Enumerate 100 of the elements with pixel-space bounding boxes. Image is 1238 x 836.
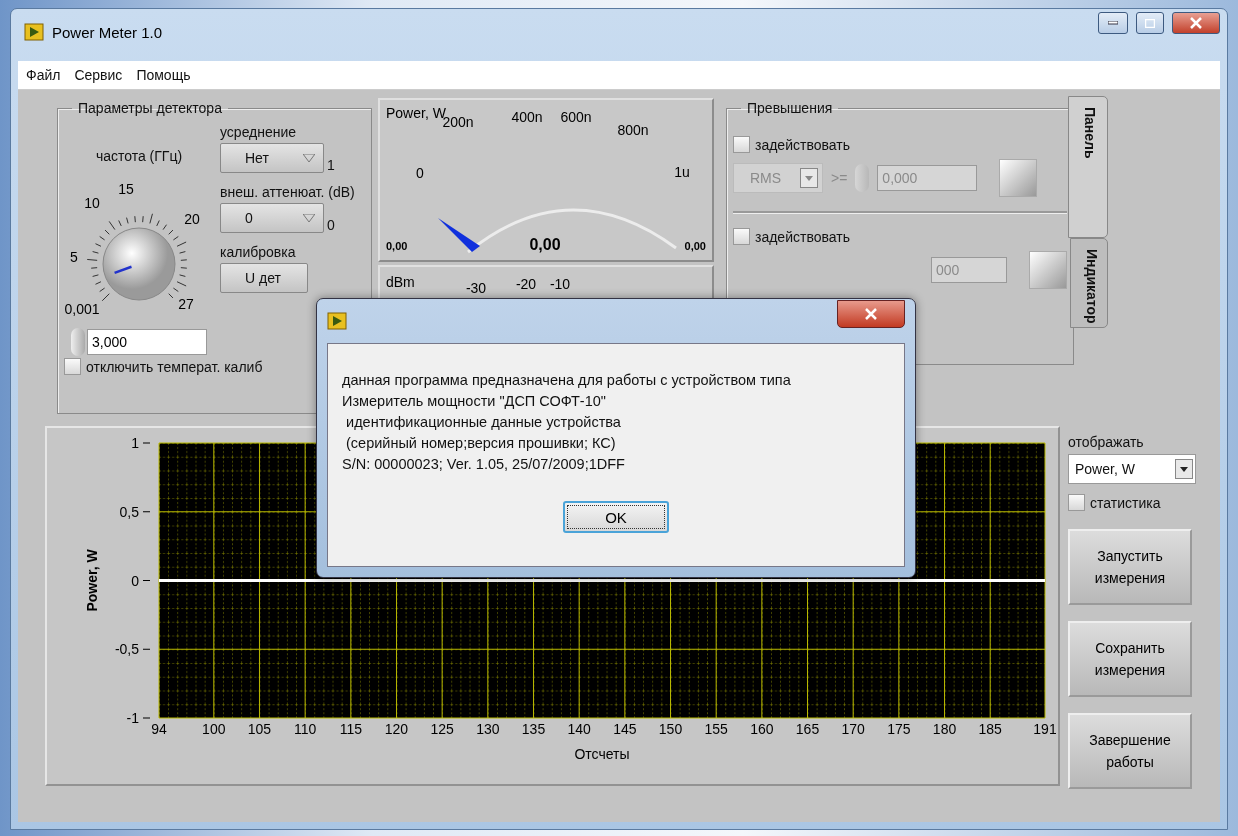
x-tick-label: 115 <box>339 721 362 737</box>
knob-scale-label: 0,001 <box>64 301 100 317</box>
app-icon <box>24 23 44 41</box>
x-tick-label: 105 <box>247 721 272 737</box>
x-tick-label: 120 <box>384 721 409 737</box>
checkbox-label: отключить температ. калиб <box>86 358 263 375</box>
caret-icon <box>303 214 315 222</box>
gauge-min-value: 0,00 <box>386 240 408 252</box>
x-tick-label: 160 <box>750 721 774 737</box>
knob-scale-label: 5 <box>70 249 78 265</box>
x-tick-label: 165 <box>795 721 820 737</box>
x-tick-label: 155 <box>704 721 728 737</box>
x-tick-label: 140 <box>567 721 591 737</box>
x-tick-label: 125 <box>430 721 454 737</box>
action-button[interactable]: Сохранить измерения <box>1068 621 1192 697</box>
indicator-light <box>999 159 1038 197</box>
action-button[interactable]: Завершение работы <box>1068 713 1192 789</box>
x-tick-label: 180 <box>932 721 957 737</box>
x-tick-label: 110 <box>294 721 317 737</box>
message-line: идентификационные данные устройства <box>345 413 622 432</box>
display-dropdown[interactable]: Power, W <box>1068 454 1196 484</box>
checkbox[interactable] <box>1068 494 1085 511</box>
checkbox-label: задействовать <box>755 136 850 153</box>
close-icon <box>1190 17 1202 29</box>
ok-button[interactable]: OK <box>563 501 669 533</box>
close-button[interactable] <box>1172 12 1220 34</box>
calibration-label: калибровка <box>220 244 297 260</box>
gauge-reading: 0,00 <box>529 236 561 253</box>
x-tick-label: 185 <box>978 721 1002 737</box>
gauge-title: dBm <box>386 274 415 290</box>
caret-icon <box>303 154 315 162</box>
menu-item[interactable]: Сервис <box>74 67 123 83</box>
y-tick-label: 1 <box>131 435 139 451</box>
x-tick-label: 94 <box>151 721 167 737</box>
spinner[interactable] <box>71 328 85 356</box>
averaging-label: усреднение <box>220 124 298 140</box>
knob-scale-label: 10 <box>84 195 100 211</box>
y-tick-label: -1 <box>126 710 139 726</box>
checkbox-label: задействовать <box>755 228 850 245</box>
display-label: отображать <box>1068 434 1145 450</box>
x-tick-label: 100 <box>202 721 226 737</box>
tab[interactable]: Индикатор <box>1070 238 1108 328</box>
gauge-scale-label: 1u <box>674 164 690 180</box>
gauge-needle <box>438 218 480 252</box>
caret-icon <box>805 175 813 181</box>
group-title: Параметры детектора <box>77 100 223 116</box>
checkbox[interactable] <box>64 358 81 375</box>
message-line: S/N: 00000023; Ver. 1.05, 25/07/2009;1DFF <box>342 455 626 474</box>
menu-item[interactable]: Файл <box>26 67 61 83</box>
minimize-icon <box>1108 21 1118 25</box>
window-title: Power Meter 1.0 <box>52 23 164 41</box>
attenuation-dropdown[interactable]: 0 <box>220 203 324 233</box>
attenuation-indicator: 0 <box>327 217 335 233</box>
checkbox-label: статистика <box>1090 494 1161 511</box>
y-tick-label: 0 <box>131 572 139 589</box>
group-title: Превышения <box>746 100 834 116</box>
knob-scale-label: 20 <box>184 211 200 227</box>
maximize-icon <box>1145 18 1155 28</box>
tab[interactable]: Панель <box>1068 96 1108 238</box>
x-tick-label: 135 <box>521 721 546 737</box>
frequency-label: частота (ГГц) <box>95 148 183 164</box>
checkbox[interactable] <box>733 136 750 153</box>
gauge-scale-label: 0 <box>416 165 424 181</box>
frequency-input[interactable]: 3,000 <box>87 329 207 355</box>
gauge-scale-label: 800n <box>617 122 649 138</box>
knob-scale-label: 15 <box>118 181 134 197</box>
minimize-button[interactable] <box>1098 12 1128 34</box>
x-tick-label: 145 <box>613 721 637 737</box>
x-axis-title: Отсчеты <box>574 746 630 762</box>
x-tick-label: 150 <box>658 721 683 737</box>
y-tick-label: -0,5 <box>114 641 139 658</box>
averaging-dropdown[interactable]: Нет <box>220 143 324 173</box>
message-line: Измеритель мощности "ДСП СОФТ-10" <box>342 392 607 411</box>
action-button[interactable]: Запустить измерения <box>1068 529 1192 605</box>
message-line: (серийный номер;версия прошивки; КС) <box>345 434 617 453</box>
dialog-close-button[interactable] <box>837 300 905 328</box>
averaging-indicator: 1 <box>327 157 335 173</box>
message-line: данная программа предназначена для работы с устройством типа <box>342 371 792 390</box>
y-tick-label: 0,5 <box>119 503 139 520</box>
x-tick-label: 175 <box>887 721 911 737</box>
checkbox[interactable] <box>733 228 750 245</box>
maximize-button[interactable] <box>1136 12 1164 34</box>
calibration-dropdown[interactable]: U дет <box>220 263 308 293</box>
gauge-scale-label: 400n <box>511 109 543 125</box>
gauge-scale-label: -10 <box>549 276 571 292</box>
operator-label: >= <box>831 170 848 186</box>
app-icon <box>327 312 347 330</box>
caret-icon <box>1180 466 1188 472</box>
knob-scale-label: 27 <box>178 296 194 312</box>
gauge-scale-label: 600n <box>560 109 592 125</box>
x-tick-label: 130 <box>476 721 500 737</box>
gauge-scale-label: -20 <box>515 276 537 292</box>
gauge-max-value: 0,00 <box>684 240 706 252</box>
x-tick-label: 191 <box>1033 721 1056 737</box>
close-icon <box>865 308 877 320</box>
menu-item[interactable]: Помощь <box>136 67 191 83</box>
x-tick-label: 170 <box>841 721 865 737</box>
indicator-light <box>1029 251 1067 289</box>
attenuation-label: внеш. аттенюат. (dB) <box>220 184 356 200</box>
gauge-scale-label: -30 <box>465 280 487 296</box>
